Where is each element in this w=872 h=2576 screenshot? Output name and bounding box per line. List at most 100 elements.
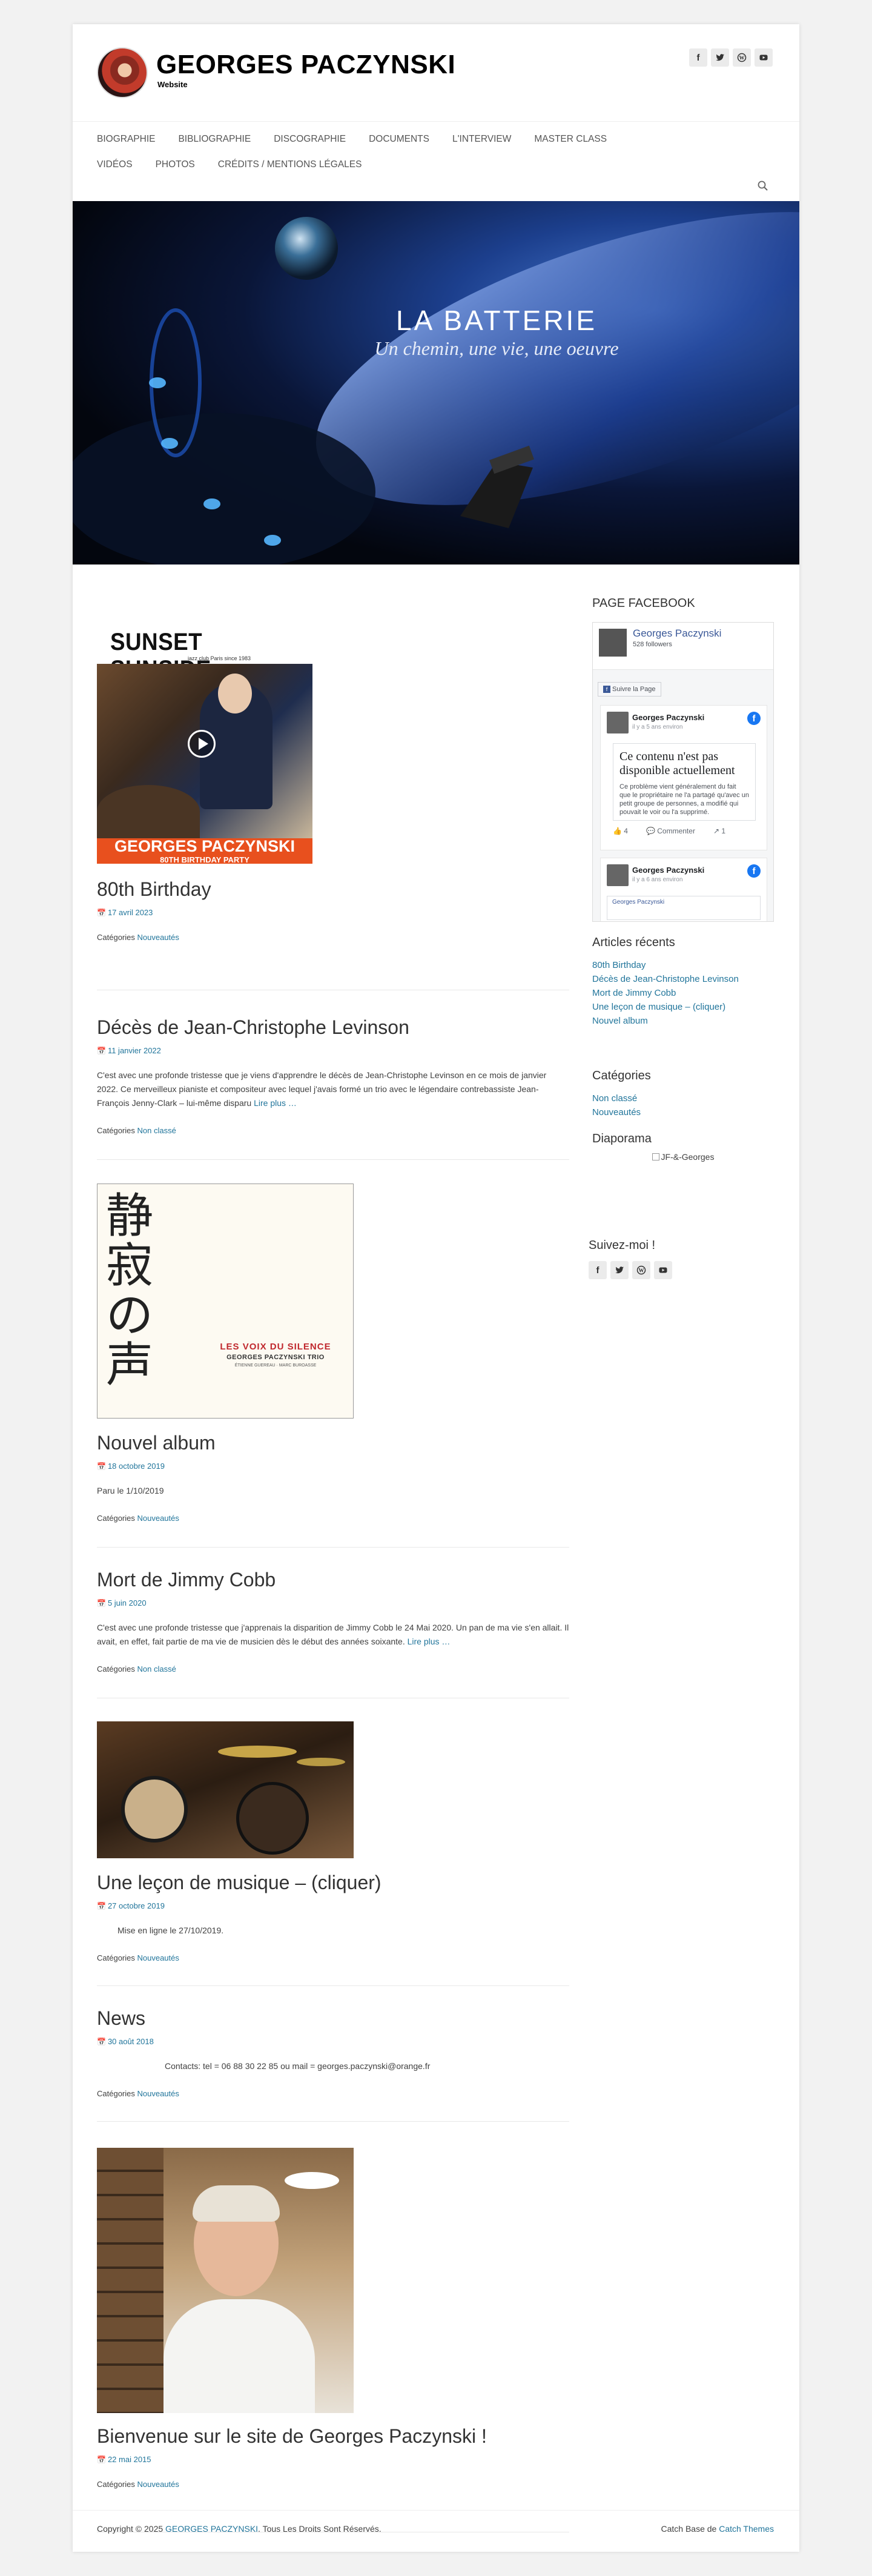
facebook-icon[interactable]: f [689, 48, 707, 67]
facebook-icon[interactable]: f [747, 864, 761, 878]
categories-list: Non classé Nouveautés [592, 1091, 774, 1119]
post-title[interactable]: 80th Birthday [97, 878, 569, 901]
fb-post-card: Georges Paczynski il y a 5 ans environ f… [600, 705, 767, 850]
nav-item[interactable]: PHOTOS [156, 153, 195, 179]
twitter-icon[interactable] [610, 1261, 629, 1279]
post-separator [97, 2121, 569, 2122]
site-logo-avatar[interactable] [97, 47, 148, 98]
post-date[interactable]: 📅 22 mai 2015 [97, 2455, 569, 2464]
recent-post-link[interactable]: Décès de Jean-Christophe Levinson [592, 972, 774, 986]
footer-site-link[interactable]: GEORGES PACZYNSKI [165, 2524, 258, 2534]
recent-post-link[interactable]: Une leçon de musique – (cliquer) [592, 1000, 774, 1014]
categories-title: Catégories [592, 1069, 651, 1082]
site-title[interactable]: GEORGES PACZYNSKI [156, 50, 455, 80]
nav-item[interactable]: L'INTERVIEW [452, 128, 511, 153]
youtube-icon[interactable] [755, 48, 773, 67]
svg-text:W: W [739, 55, 745, 61]
post-categories: Catégories Non classé [97, 1664, 176, 1674]
category-link[interactable]: Nouveautés [137, 2480, 179, 2489]
post-bienvenue: Bienvenue sur le site de Georges Paczyns… [97, 2425, 569, 2489]
category-link[interactable]: Non classé [137, 1664, 176, 1674]
post-date[interactable]: 📅 30 août 2018 [97, 2037, 569, 2046]
fb-post-actions: 👍 4 💬 Commenter ↗ 1 [613, 827, 725, 835]
header-banner-image: LA BATTERIE Un chemin, une vie, une oeuv… [73, 201, 799, 565]
fb-page-header: Georges Paczynski 528 followers [593, 623, 773, 670]
post-categories: Catégories Nouveautés [97, 933, 179, 942]
fb-page-thumbnail[interactable] [598, 627, 628, 658]
fb-post-author[interactable]: Georges Paczynski [632, 866, 704, 875]
wordpress-icon[interactable]: W [733, 48, 751, 67]
follow-title: Suivez-moi ! [589, 1239, 656, 1252]
fb-like-count[interactable]: 👍 4 [613, 827, 628, 835]
recent-post-link[interactable]: Nouvel album [592, 1014, 774, 1028]
calendar-icon: 📅 [97, 1599, 106, 1608]
post-excerpt: C'est avec une profonde tristesse que j'… [97, 1623, 569, 1646]
sidebar-social-links: f W [589, 1261, 770, 1279]
facebook-icon[interactable]: f [589, 1261, 607, 1279]
post-date[interactable]: 📅 27 octobre 2019 [97, 1901, 569, 1910]
twitter-icon[interactable] [711, 48, 729, 67]
post-date[interactable]: 📅 17 avril 2023 [97, 908, 569, 917]
fb-post-card: Georges Paczynski il y a 6 ans environ f… [600, 858, 767, 921]
post-date[interactable]: 📅 5 juin 2020 [97, 1598, 569, 1608]
nav-menu: BIOGRAPHIE BIBLIOGRAPHIE DISCOGRAPHIE DOCUM… [73, 122, 678, 179]
post-thumbnail-lesson[interactable] [97, 1721, 354, 1858]
recent-posts-title: Articles récents [592, 936, 675, 949]
nav-item[interactable]: BIOGRAPHIE [97, 128, 155, 153]
nav-item[interactable]: VIDÉOS [97, 153, 133, 179]
recent-post-link[interactable]: Mort de Jimmy Cobb [592, 986, 774, 1000]
nav-item[interactable]: MASTER CLASS [534, 128, 607, 153]
category-link[interactable]: Nouveautés [137, 2089, 179, 2098]
wordpress-icon[interactable]: W [632, 1261, 650, 1279]
post-title[interactable]: Décès de Jean-Christophe Levinson [97, 1016, 569, 1039]
read-more-link[interactable]: Lire plus … [408, 1637, 451, 1646]
post-title[interactable]: Une leçon de musique – (cliquer) [97, 1872, 569, 1894]
nav-item[interactable]: DISCOGRAPHIE [274, 128, 346, 153]
nav-item[interactable]: DOCUMENTS [369, 128, 429, 153]
post-categories: Catégories Nouveautés [97, 2089, 179, 2098]
post-excerpt: C'est avec une profonde tristesse que je… [97, 1070, 547, 1108]
calendar-icon: 📅 [97, 2038, 106, 2046]
post-excerpt: Paru le 1/10/2019 [97, 1486, 164, 1495]
facebook-icon[interactable]: f [747, 712, 761, 725]
fb-unavailable-notice: Ce contenu n'est pas disponible actuelle… [613, 743, 756, 821]
post-thumbnail-80th-birthday[interactable]: SUNSET SUNSIDE jazz club Paris since 198… [97, 624, 312, 864]
post-title[interactable]: Bienvenue sur le site de Georges Paczyns… [97, 2425, 569, 2448]
category-link[interactable]: Nouveautés [137, 1514, 179, 1523]
fb-post-author[interactable]: Georges Paczynski [632, 713, 704, 722]
post-thumbnail-portrait[interactable] [97, 2148, 354, 2413]
category-link[interactable]: Non classé [592, 1091, 774, 1105]
search-icon[interactable] [757, 180, 769, 192]
read-more-link[interactable]: Lire plus … [254, 1098, 297, 1108]
nav-item[interactable]: CRÉDITS / MENTIONS LÉGALES [218, 153, 362, 179]
post-date[interactable]: 📅 11 janvier 2022 [97, 1046, 569, 1055]
fb-comment-button[interactable]: 💬 Commenter [646, 827, 695, 835]
category-link[interactable]: Nouveautés [137, 933, 179, 942]
svg-text:W: W [639, 1268, 644, 1274]
video-play-icon[interactable] [188, 730, 216, 758]
nav-item[interactable]: BIBLIOGRAPHIE [178, 128, 251, 153]
category-link[interactable]: Non classé [137, 1126, 176, 1135]
post-date[interactable]: 📅 18 octobre 2019 [97, 1462, 569, 1471]
post-title[interactable]: Mort de Jimmy Cobb [97, 1569, 569, 1591]
page-wrapper: GEORGES PACZYNSKI Website f W BIOGRAPHIE… [73, 24, 799, 2552]
fb-share-count[interactable]: ↗ 1 [713, 827, 725, 835]
fb-shared-link[interactable]: Georges Paczynski [607, 896, 761, 920]
post-categories: Catégories Nouveautés [97, 1953, 179, 1962]
category-link[interactable]: Nouveautés [137, 1953, 179, 1962]
diaporama-image[interactable]: JF-&-Georges [592, 1152, 774, 1162]
fb-post-time: il y a 6 ans environ [632, 876, 683, 883]
post-excerpt: Contacts: tel = 06 88 30 22 85 ou mail =… [165, 2061, 431, 2071]
recent-post-link[interactable]: 80th Birthday [592, 958, 774, 972]
album-kanji: 静 寂 の 声 [106, 1189, 154, 1392]
youtube-icon[interactable] [654, 1261, 672, 1279]
banner-drum-illustration [73, 212, 799, 565]
fb-follow-button[interactable]: f Suivre la Page [598, 682, 661, 697]
footer-copyright: Copyright © 2025 GEORGES PACZYNSKI. Tous… [97, 2524, 382, 2534]
post-title[interactable]: News [97, 2007, 569, 2030]
category-link[interactable]: Nouveautés [592, 1105, 774, 1119]
fb-page-name[interactable]: Georges Paczynski [633, 627, 721, 640]
post-title[interactable]: Nouvel album [97, 1432, 569, 1454]
post-thumbnail-album[interactable]: 静 寂 の 声 LES VOIX DU SILENCE GEORGES PACZ… [97, 1184, 354, 1419]
footer-theme-link[interactable]: Catch Themes [719, 2524, 774, 2534]
